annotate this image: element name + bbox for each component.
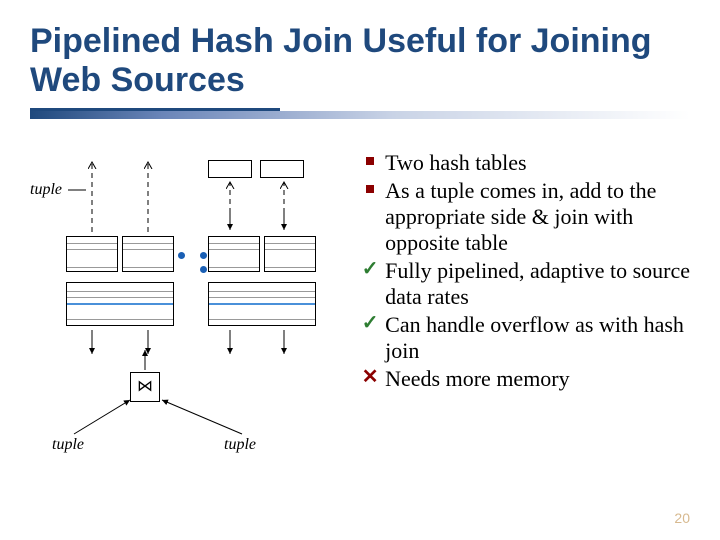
list-item: ✓ Can handle overflow as with hash join (359, 312, 690, 364)
check-icon: ✓ (359, 258, 381, 282)
bullet-text: Two hash tables (385, 150, 526, 175)
slide-body: ⋈ tuple tuple tuple (30, 150, 690, 454)
diagram-column: ⋈ tuple tuple tuple (30, 150, 351, 454)
bullet-square-icon (359, 150, 381, 174)
bullet-text: Fully pipelined, adaptive to source data… (385, 258, 690, 309)
bullet-list: Two hash tables As a tuple comes in, add… (359, 150, 690, 392)
bullet-text: As a tuple comes in, add to the appropri… (385, 178, 656, 255)
list-item: ✓ Fully pipelined, adaptive to source da… (359, 258, 690, 310)
bullet-text: Can handle overflow as with hash join (385, 312, 684, 363)
slide-number: 20 (674, 510, 690, 526)
list-item: Two hash tables (359, 150, 690, 176)
bullet-square-icon (359, 178, 381, 202)
diagram-arrows (30, 154, 350, 454)
list-item: ✕ Needs more memory (359, 366, 690, 392)
text-column: Two hash tables As a tuple comes in, add… (351, 150, 690, 454)
slide-title: Pipelined Hash Join Useful for Joining W… (30, 22, 690, 100)
cross-icon: ✕ (359, 366, 381, 390)
bullet-text: Needs more memory (385, 366, 570, 391)
slide: Pipelined Hash Join Useful for Joining W… (0, 0, 720, 540)
pipeline-diagram: ⋈ tuple tuple tuple (30, 154, 350, 454)
check-icon: ✓ (359, 312, 381, 336)
title-underline (30, 108, 690, 122)
list-item: As a tuple comes in, add to the appropri… (359, 178, 690, 256)
